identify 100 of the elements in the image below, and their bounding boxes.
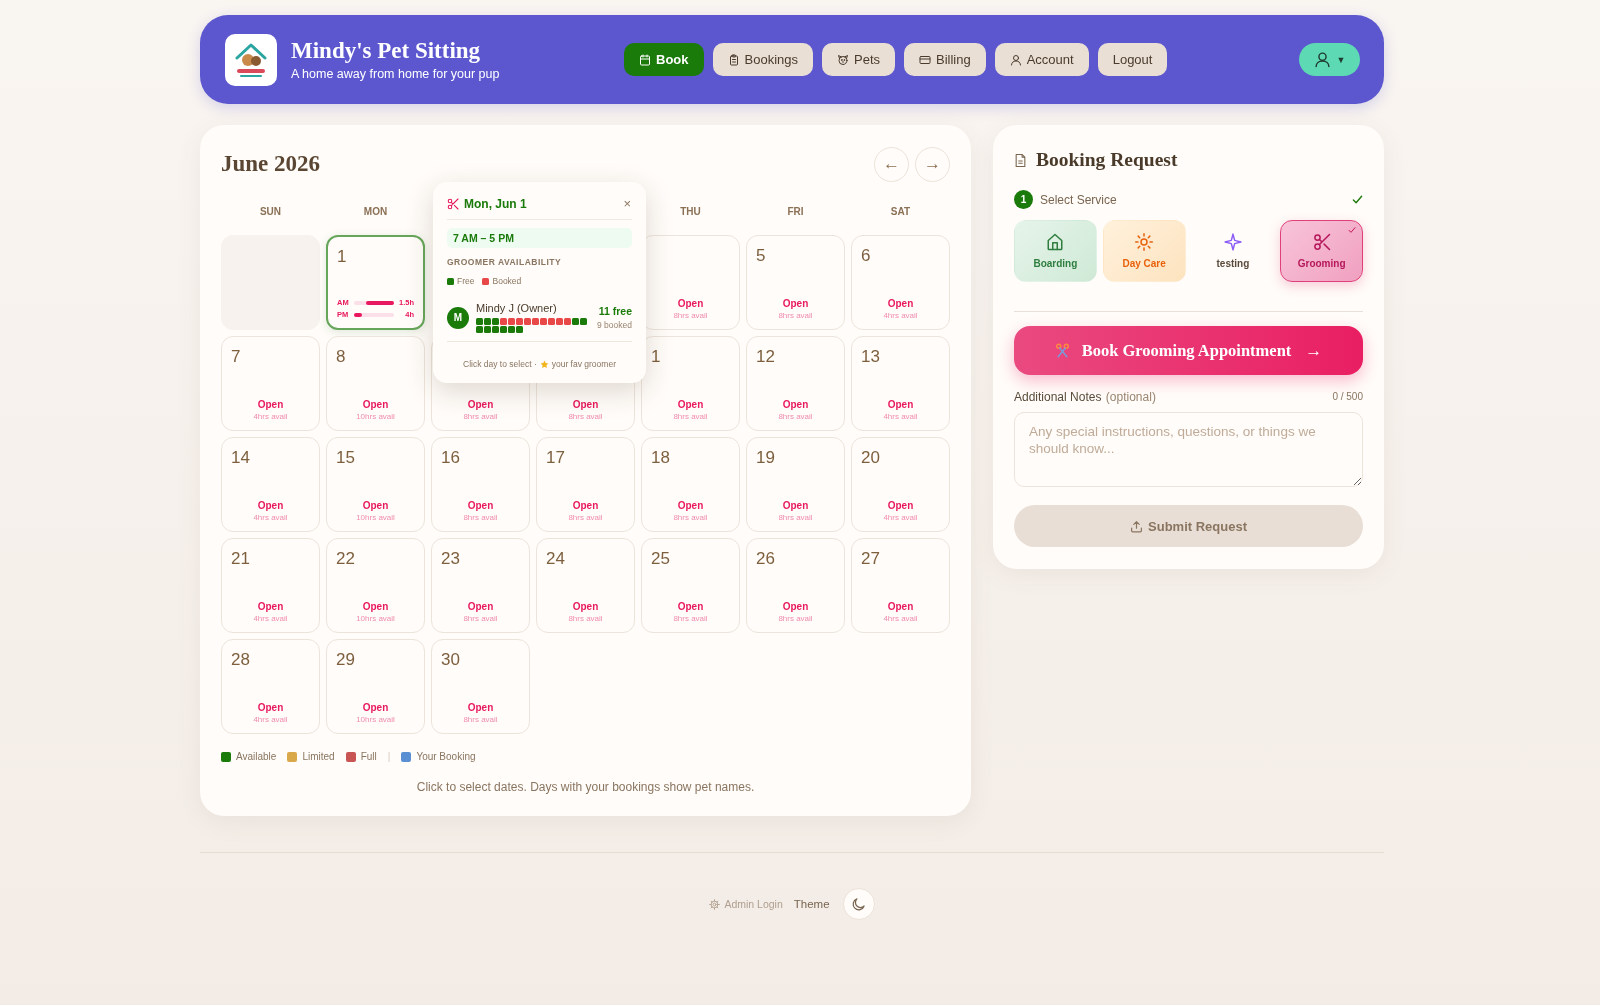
status-label: Open bbox=[467, 399, 494, 411]
scissors-icon bbox=[1312, 232, 1331, 251]
day-cell[interactable]: 23 Open 8hrs avail bbox=[431, 538, 530, 633]
status-label: Open bbox=[782, 601, 809, 613]
optional-hint: (optional) bbox=[1105, 390, 1156, 404]
status-label: Open bbox=[257, 500, 284, 512]
day-number: 21 bbox=[231, 549, 250, 569]
day-cell[interactable]: 21 Open 4hrs avail bbox=[221, 538, 320, 633]
day-number: 19 bbox=[756, 448, 775, 468]
legend-label: Available bbox=[236, 751, 277, 763]
status-label: Open bbox=[467, 500, 494, 512]
availability-text: 8hrs avail bbox=[673, 614, 708, 624]
day-cell[interactable]: 16 Open 8hrs avail bbox=[431, 437, 530, 532]
next-month-button[interactable]: → bbox=[915, 146, 950, 182]
status-label: Open bbox=[257, 702, 284, 714]
service-option[interactable]: Boarding bbox=[1014, 220, 1097, 282]
dog-face-icon bbox=[837, 53, 849, 66]
day-number: 17 bbox=[546, 448, 565, 468]
book-appointment-button[interactable]: Book Grooming Appointment → bbox=[1014, 326, 1363, 375]
arrow-icon: → bbox=[1305, 340, 1323, 361]
previous-month-button[interactable]: ← bbox=[874, 146, 909, 182]
availability-text: 8hrs avail bbox=[778, 513, 813, 523]
day-cell[interactable]: 1 Open 8hrs avail bbox=[641, 336, 740, 431]
caret-icon: ▼ bbox=[1336, 54, 1346, 65]
day-cell[interactable]: 14 Open 4hrs avail bbox=[221, 437, 320, 532]
close-button[interactable]: × bbox=[622, 197, 632, 211]
day-cell[interactable]: 5 Open 8hrs avail bbox=[746, 235, 845, 330]
nav-tab[interactable]: Logout bbox=[1097, 43, 1168, 76]
user-menu-button[interactable]: ▼ bbox=[1299, 43, 1360, 76]
scissors-icon bbox=[447, 198, 459, 210]
availability-text: 4hrs avail bbox=[253, 715, 288, 725]
day-number: 13 bbox=[861, 347, 880, 367]
calendar-icon bbox=[639, 53, 651, 66]
calendar-hint: Click to select dates. Days with your bookings show pet names. bbox=[416, 780, 755, 794]
weekday-label: SAT bbox=[890, 206, 911, 217]
theme-label: Theme bbox=[793, 898, 830, 910]
availability-text: 10hrs avail bbox=[356, 614, 395, 624]
day-cell[interactable]: 6 Open 4hrs avail bbox=[851, 235, 950, 330]
nav-tab[interactable]: Billing bbox=[904, 43, 986, 76]
avatar-initial: M bbox=[447, 306, 469, 329]
popover-hint: your fav groomer bbox=[551, 359, 616, 369]
service-option[interactable]: Grooming bbox=[1280, 220, 1363, 282]
day-cell[interactable]: 29 Open 10hrs avail bbox=[326, 639, 425, 734]
day-number: 27 bbox=[861, 549, 880, 569]
nav-tab[interactable]: Book bbox=[624, 43, 704, 76]
day-cell[interactable]: 15 Open 10hrs avail bbox=[326, 437, 425, 532]
check-icon bbox=[1348, 226, 1356, 234]
day-number: 26 bbox=[756, 549, 775, 569]
free-count: 11 free bbox=[598, 305, 632, 317]
day-cell[interactable]: 13 Open 4hrs avail bbox=[851, 336, 950, 431]
hours-label: 7 AM – 5 PM bbox=[447, 228, 632, 248]
status-label: Open bbox=[362, 702, 389, 714]
status-label: Open bbox=[362, 601, 389, 613]
day-cell[interactable]: 22 Open 10hrs avail bbox=[326, 538, 425, 633]
availability-text: 4hrs avail bbox=[883, 614, 918, 624]
nav-tab[interactable]: Pets bbox=[822, 43, 895, 76]
day-cell[interactable]: 25 Open 8hrs avail bbox=[641, 538, 740, 633]
status-label: Open bbox=[677, 298, 704, 310]
status-label: Open bbox=[782, 298, 809, 310]
service-option[interactable]: testing bbox=[1191, 220, 1275, 282]
status-label: Open bbox=[887, 601, 914, 613]
day-cell[interactable]: 12 Open 8hrs avail bbox=[746, 336, 845, 431]
availability-text: 4hrs avail bbox=[253, 513, 288, 523]
availability-text: 4hrs avail bbox=[883, 412, 918, 422]
status-label: Open bbox=[362, 399, 389, 411]
availability-text: 4hrs avail bbox=[253, 614, 288, 624]
status-label: Open bbox=[467, 702, 494, 714]
day-cell[interactable]: 19 Open 8hrs avail bbox=[746, 437, 845, 532]
day-cell[interactable]: 7 Open 4hrs avail bbox=[221, 336, 320, 431]
day-cell[interactable]: 27 Open 4hrs avail bbox=[851, 538, 950, 633]
day-cell[interactable]: 28 Open 4hrs avail bbox=[221, 639, 320, 734]
day-cell[interactable]: 26 Open 8hrs avail bbox=[746, 538, 845, 633]
nav-tab[interactable]: Bookings bbox=[712, 43, 813, 76]
status-label: Open bbox=[887, 500, 914, 512]
day-cell[interactable]: 18 Open 8hrs avail bbox=[641, 437, 740, 532]
day-cell[interactable]: 17 Open 8hrs avail bbox=[536, 437, 635, 532]
step-number: 1 bbox=[1014, 190, 1033, 209]
availability-text: 8hrs avail bbox=[568, 513, 603, 523]
service-option[interactable]: Day Care bbox=[1102, 220, 1186, 282]
nav-tab[interactable]: Account bbox=[994, 43, 1089, 76]
theme-toggle-button[interactable] bbox=[842, 888, 875, 920]
day-cell[interactable]: 8 Open 10hrs avail bbox=[326, 336, 425, 431]
availability-text: 4hrs avail bbox=[883, 513, 918, 523]
day-cell[interactable]: 24 Open 8hrs avail bbox=[536, 538, 635, 633]
notes-field[interactable]: Any special instructions, questions, or things we should know... bbox=[1014, 412, 1363, 487]
day-cell[interactable]: 30 Open 8hrs avail bbox=[431, 639, 530, 734]
day-cell[interactable]: 20 Open 4hrs avail bbox=[851, 437, 950, 532]
booked-count: 9 booked bbox=[597, 320, 632, 330]
upload-icon bbox=[1130, 519, 1143, 533]
weekday-label: SUN bbox=[259, 206, 282, 217]
day-number: 29 bbox=[336, 650, 355, 670]
status-label: Open bbox=[677, 500, 704, 512]
availability-text: 8hrs avail bbox=[463, 412, 498, 422]
scissors-icon bbox=[1054, 343, 1070, 358]
house-icon bbox=[1046, 232, 1065, 251]
availability-text: 8hrs avail bbox=[778, 614, 813, 624]
day-number: 28 bbox=[231, 650, 250, 670]
day-number: 20 bbox=[861, 448, 880, 468]
status-label: Open bbox=[677, 601, 704, 613]
day-number: 15 bbox=[336, 448, 355, 468]
